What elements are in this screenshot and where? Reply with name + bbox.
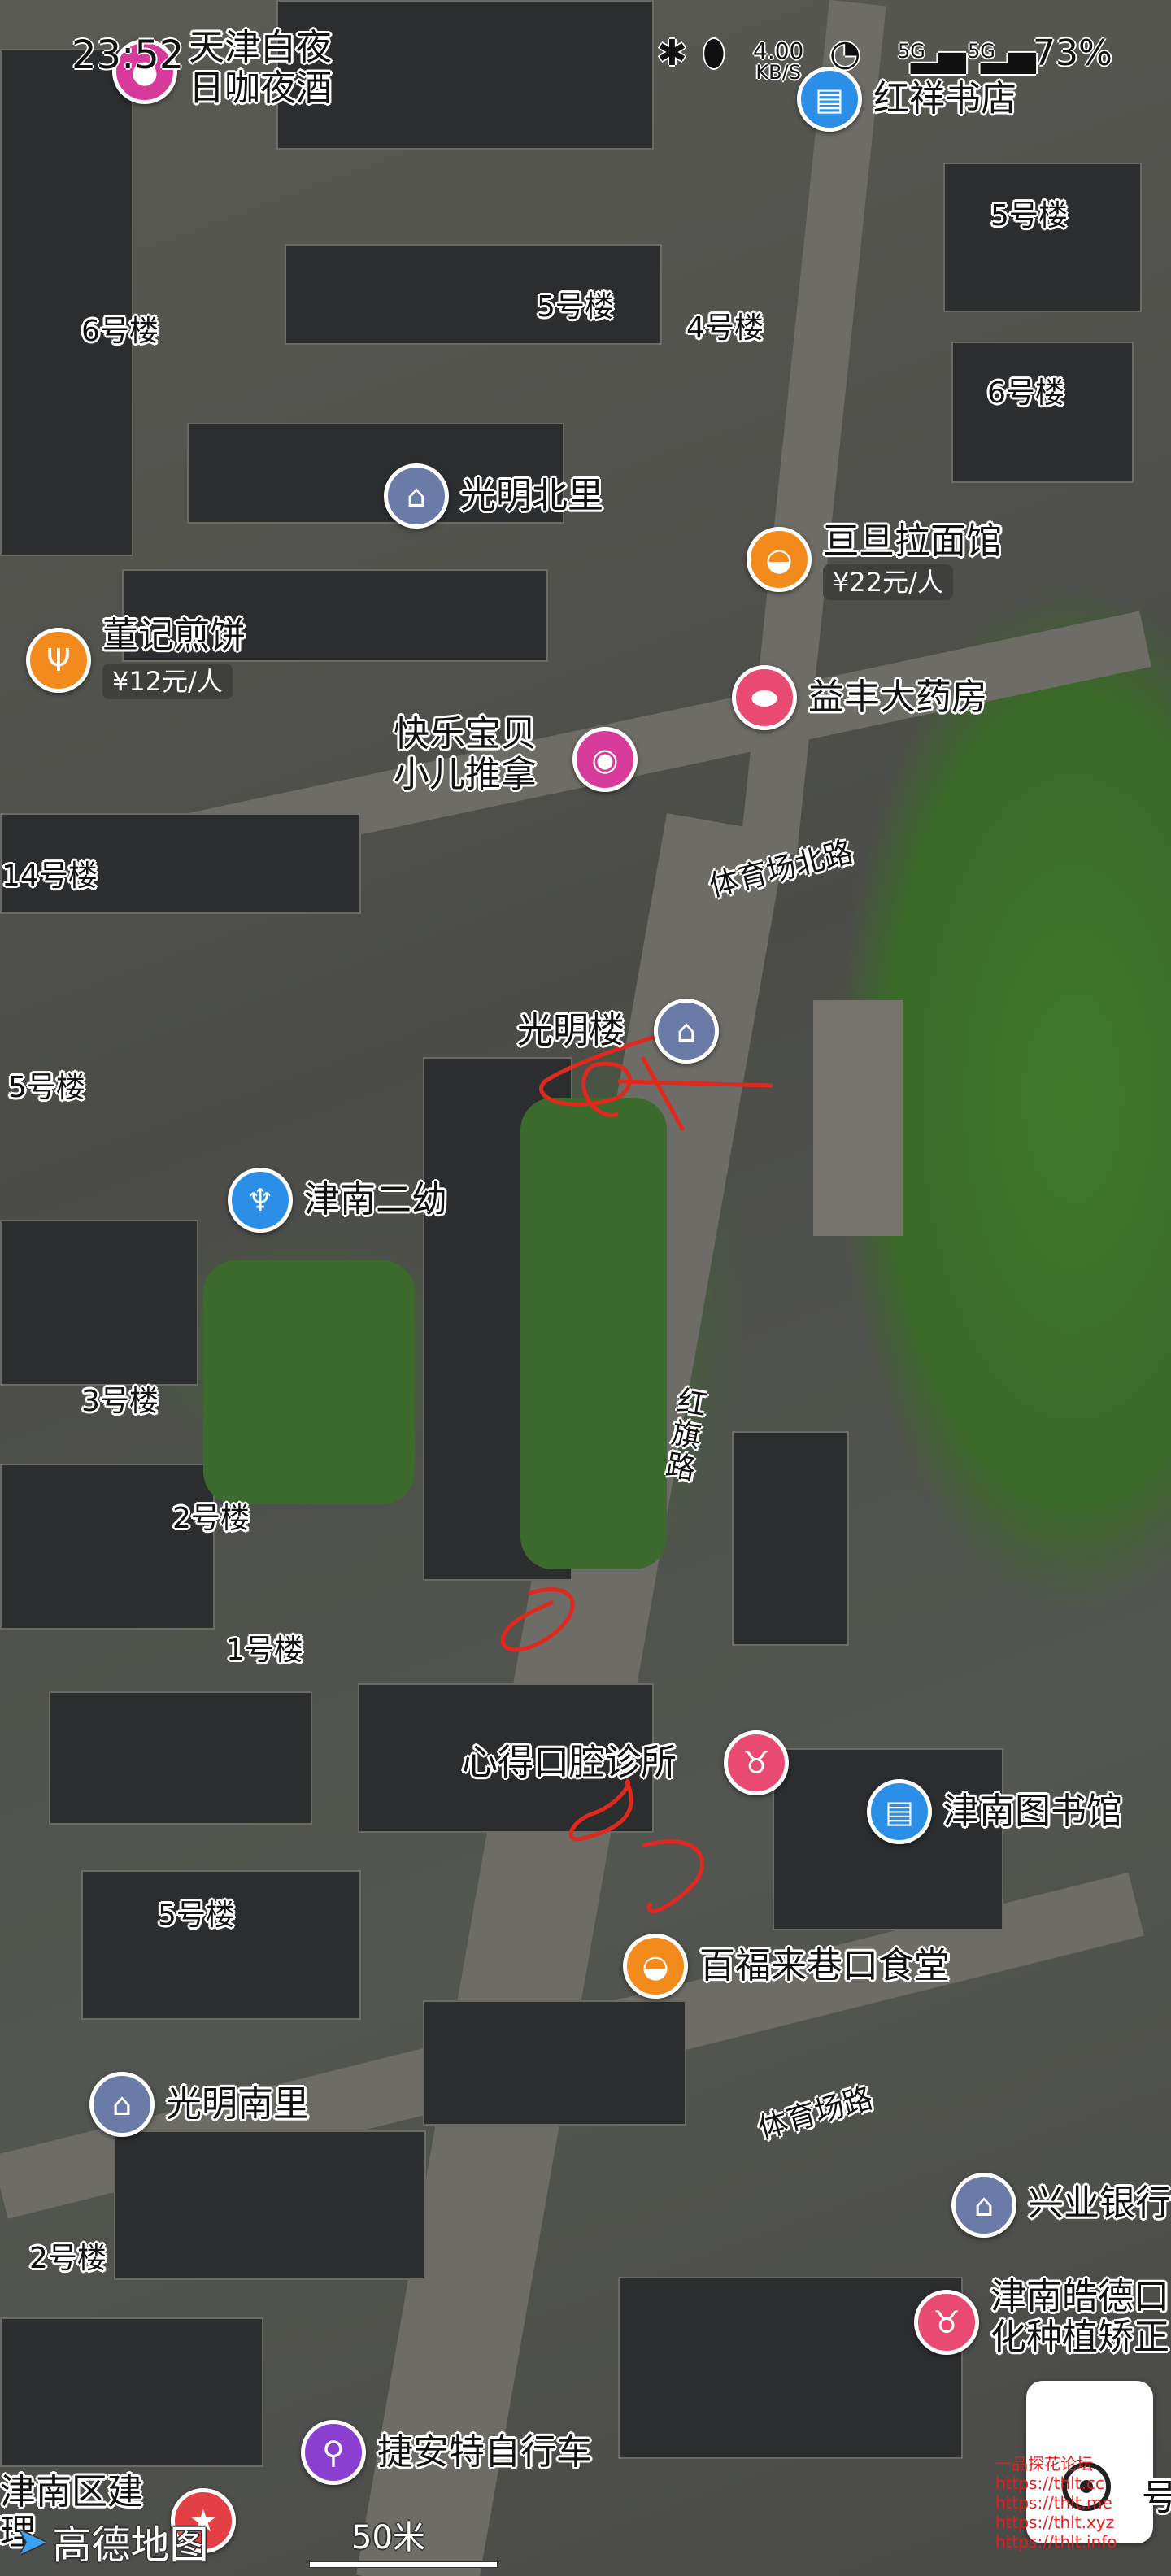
poi-pin-jinnan-kindergarten[interactable]: ♆: [228, 1168, 293, 1233]
poi-label-guangming-nanli[interactable]: 光明南里: [166, 2083, 309, 2126]
poi-pin-kuaile-baobei[interactable]: ◉: [572, 727, 638, 792]
location-icon: ⬮: [703, 33, 725, 74]
poi-price-gendan-noodle: ¥22元/人: [823, 564, 953, 600]
network-speed-value: 4.00: [753, 37, 804, 64]
building-label: 1号楼: [226, 1634, 303, 1667]
residential-icon: ⌂: [111, 2086, 133, 2122]
signal1-icon: ▂▄: [911, 33, 966, 74]
building-label: 6号楼: [987, 376, 1064, 410]
status-bar: 23:52 ✱ ⬮ 4.00 KB/S ◔ 5G ▂▄ 5G ▂▄ 73%: [0, 0, 1171, 122]
poi-label-giant-bicycle[interactable]: 捷安特自行车: [377, 2431, 592, 2474]
building-label: 5号楼: [158, 1899, 235, 1932]
dot-icon: ◉: [591, 742, 619, 777]
building-label: 4号楼: [686, 311, 764, 345]
forum-watermark: 一品探花论坛 https://thlt.cc https://thlt.me h…: [995, 2454, 1117, 2552]
building-label: 2号楼: [29, 2242, 107, 2275]
residential-icon: ⌂: [676, 1013, 697, 1049]
bank-icon: ⌂: [973, 2187, 995, 2223]
tooth-icon: ♉: [932, 2304, 961, 2340]
poi-label-xingye-bank[interactable]: 兴业银行: [1028, 2182, 1171, 2225]
poi-pin-haode-dental[interactable]: ♉: [914, 2290, 979, 2355]
wifi-icon: ◔: [829, 33, 861, 74]
poi-label-haode-dental[interactable]: 津南皓德口 化种植矫正: [990, 2277, 1169, 2358]
scale-bar: [309, 2561, 498, 2568]
satellite-map[interactable]: ● 天津白夜 日咖夜酒 ▤ 红祥书店 ⌂ 光明北里 ◒ 亘旦拉面馆 ¥22元/人…: [0, 0, 1171, 2576]
building-label: 6号楼: [81, 315, 159, 348]
building-label: 14号楼: [2, 859, 98, 893]
poi-pin-xingye-bank[interactable]: ⌂: [951, 2173, 1016, 2238]
bluetooth-icon: ✱: [657, 33, 687, 74]
poi-label-gendan-noodle[interactable]: 亘旦拉面馆: [823, 520, 1002, 563]
noodle-icon: ◒: [642, 1948, 669, 1984]
poi-pin-gendan-noodle[interactable]: ◒: [747, 527, 812, 592]
pill-icon: ⬬: [751, 679, 778, 716]
poi-pin-giant-bicycle[interactable]: ⚲: [301, 2420, 366, 2485]
poi-pin-baifulai-canteen[interactable]: ◒: [623, 1934, 688, 1999]
battery-level: 73%: [1033, 33, 1112, 74]
building-label: 5号楼: [990, 199, 1068, 233]
poi-price-dongji-jianbing: ¥12元/人: [102, 664, 233, 699]
poi-label-guangming-beili[interactable]: 光明北里: [460, 475, 603, 517]
poi-label-kuaile-baobei[interactable]: 快乐宝贝 小儿推拿: [394, 714, 537, 795]
poi-pin-dongji-jianbing[interactable]: Ψ: [26, 628, 91, 693]
amap-logo: ➤ 高德地图: [16, 2513, 209, 2569]
signal2-icon: ▂▄: [981, 33, 1036, 74]
poi-pin-guangming-nanli[interactable]: ⌂: [89, 2072, 155, 2137]
network-speed-unit: KB/S: [755, 61, 801, 84]
poi-label-dongji-jianbing[interactable]: 董记煎饼: [102, 615, 246, 657]
paper-plane-icon: ➤: [16, 2519, 48, 2563]
kindergarten-icon: ♆: [246, 1182, 275, 1218]
poi-label-guangming-lou[interactable]: 光明楼: [517, 1010, 625, 1052]
poi-label-baifulai-canteen[interactable]: 百福来巷口食堂: [699, 1945, 950, 1987]
book-icon: ▤: [885, 1794, 914, 1830]
amap-brand: 高德地图: [52, 2522, 209, 2568]
noodle-icon: ◒: [765, 542, 793, 577]
residential-icon: ⌂: [406, 478, 427, 514]
poi-label-jinnan-library[interactable]: 津南图书馆: [943, 1791, 1122, 1833]
building-label: 5号楼: [8, 1071, 85, 1104]
poi-pin-guangming-lou[interactable]: ⌂: [654, 999, 719, 1064]
poi-label-yifeng-pharmacy[interactable]: 益丰大药房: [808, 677, 987, 719]
poi-pin-yifeng-pharmacy[interactable]: ⬬: [732, 665, 797, 730]
bicycle-icon: ⚲: [322, 2435, 345, 2470]
building-label: 3号楼: [81, 1385, 159, 1418]
scale-label: 50米: [351, 2519, 425, 2556]
building-label: 5号楼: [537, 290, 614, 324]
status-time: 23:52: [72, 33, 185, 78]
poi-label-jinnan-kindergarten[interactable]: 津南二幼: [304, 1179, 447, 1221]
poi-label-xinde-dental[interactable]: 心得口腔诊所: [462, 1742, 677, 1784]
poi-pin-xinde-dental[interactable]: ♉: [724, 1730, 789, 1795]
building-label: 2号楼: [172, 1502, 250, 1535]
partial-label-edge: 号: [1142, 2477, 1171, 2518]
poi-pin-guangming-beili[interactable]: ⌂: [384, 463, 449, 529]
fork-knife-icon: Ψ: [46, 642, 71, 678]
poi-pin-jinnan-library[interactable]: ▤: [867, 1779, 932, 1844]
network-speed: 4.00 KB/S: [753, 37, 804, 84]
tooth-icon: ♉: [742, 1745, 771, 1781]
